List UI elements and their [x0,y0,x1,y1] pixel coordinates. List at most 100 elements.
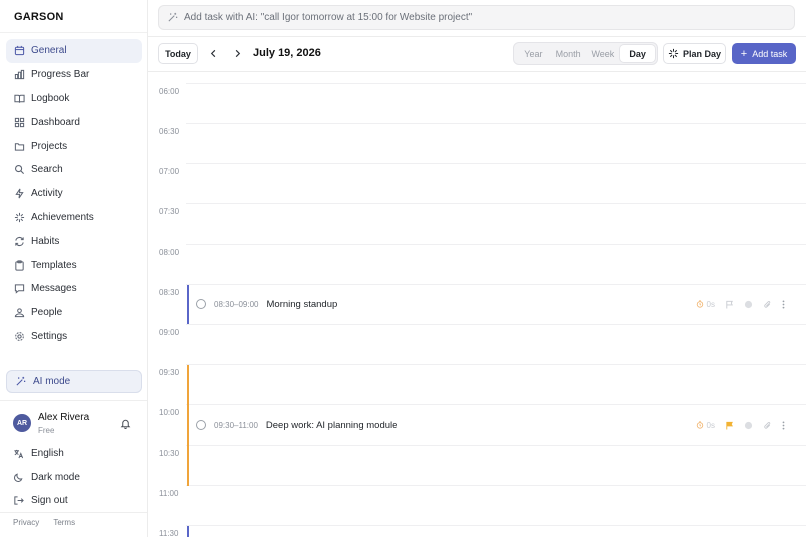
bell-icon[interactable] [120,417,131,432]
grid-line [186,123,806,124]
sidebar-item-search[interactable]: Search [6,158,142,182]
view-day-tab[interactable]: Day [620,45,655,62]
time-label: 10:30 [159,449,180,458]
terms-link[interactable]: Terms [53,518,75,527]
calendar-toolbar: Today July 19, 2026 Year Month Week Day … [158,42,796,65]
chevron-left-icon[interactable] [206,46,220,60]
sidebar-item-logbook[interactable]: Logbook [6,87,142,111]
event-color-bar [187,285,189,324]
circle-icon[interactable] [744,421,753,430]
sidebar-item-progress-bar[interactable]: Progress Bar [6,63,142,87]
view-month-tab[interactable]: Month [551,45,586,62]
language-switch[interactable]: English [13,443,141,463]
time-label: 11:30 [159,529,179,537]
sidebar-item-settings[interactable]: Settings [6,325,142,349]
time-label: 06:00 [159,87,180,96]
dark-mode-label: Dark mode [31,471,80,483]
sidebar-item-messages[interactable]: Messages [6,277,142,301]
app-logo[interactable]: GARSON [14,11,63,23]
sidebar-item-label: Messages [31,283,77,295]
user-profile[interactable]: AR Alex Rivera Free [13,410,135,436]
gear-icon [13,330,25,342]
ai-task-input[interactable] [184,12,744,23]
current-date: July 19, 2026 [253,47,321,59]
calendar-event[interactable] [187,526,806,537]
add-task-button[interactable]: + Add task [732,43,796,64]
bar-chart-icon [13,69,25,81]
activity-icon [13,188,25,200]
grid-icon [13,116,25,128]
people-icon [13,307,25,319]
chevron-right-icon[interactable] [230,46,244,60]
time-label: 07:00 [159,167,180,176]
estimate-value: 0s [706,299,715,309]
complete-checkbox[interactable] [196,299,206,309]
sidebar-nav: General Progress Bar Logbook Dashboard P… [6,39,142,348]
dark-mode-toggle[interactable]: Dark mode [13,467,141,487]
timer-estimate[interactable]: 0s [696,300,715,309]
user-name: Alex Rivera [38,412,90,423]
sidebar-item-general[interactable]: General [6,39,142,63]
language-icon [13,448,25,459]
ai-mode-button[interactable]: AI mode [6,370,142,393]
grid-line [186,324,806,325]
sign-out-label: Sign out [31,494,68,506]
time-label: 10:00 [159,408,180,417]
sidebar-item-label: Activity [31,188,63,200]
circle-icon[interactable] [744,300,753,309]
grid-line [186,203,806,204]
sidebar-item-templates[interactable]: Templates [6,253,142,277]
sidebar-item-habits[interactable]: Habits [6,229,142,253]
sidebar-item-activity[interactable]: Activity [6,182,142,206]
sidebar-item-label: Projects [31,140,68,152]
clipboard-icon [13,259,25,271]
repeat-icon [13,235,25,247]
grid-line [186,83,806,84]
sidebar-item-dashboard[interactable]: Dashboard [6,110,142,134]
event-actions: 0s [686,418,785,432]
sign-out-button[interactable]: Sign out [13,490,141,510]
event-title: Deep work: AI planning module [265,419,398,431]
time-label: 06:30 [159,127,180,136]
sidebar-item-label: Settings [31,330,68,342]
time-label: 08:00 [159,248,180,257]
paperclip-icon[interactable] [763,421,772,430]
plan-day-button[interactable]: Plan Day [663,43,726,64]
search-icon [13,164,25,176]
today-button[interactable]: Today [158,43,198,64]
event-title: Morning standup [266,298,338,310]
more-icon[interactable] [782,420,785,430]
privacy-link[interactable]: Privacy [13,518,39,527]
paperclip-icon[interactable] [763,300,772,309]
magic-wand-icon [167,12,178,23]
sidebar-item-label: People [31,307,63,319]
more-icon[interactable] [782,299,785,309]
flag-icon[interactable] [725,300,734,309]
calendar-event[interactable]: 08:30–09:00 Morning standup 0s [187,285,806,324]
event-actions: 0s [686,297,785,311]
sidebar: GARSON General Progress Bar Logbook Dash… [0,0,148,537]
flag-icon[interactable] [725,421,734,430]
sidebar-item-projects[interactable]: Projects [6,134,142,158]
sidebar-item-label: Habits [31,235,60,247]
divider [0,400,147,401]
time-label: 09:30 [159,368,180,377]
add-task-label: Add task [752,48,788,59]
plus-icon: + [740,47,748,60]
event-time: 08:30–09:00 [214,299,259,309]
language-label: English [31,447,64,459]
main-content: Today July 19, 2026 Year Month Week Day … [148,0,806,537]
timer-estimate[interactable]: 0s [696,421,715,430]
sparkle-icon [13,211,25,223]
sidebar-item-label: Dashboard [31,116,80,128]
calendar-event[interactable]: 09:30–11:00 Deep work: AI planning modul… [187,365,806,486]
complete-checkbox[interactable] [196,420,206,430]
view-week-tab[interactable]: Week [586,45,621,62]
sign-out-icon [13,495,25,506]
estimate-value: 0s [706,420,715,430]
sidebar-item-people[interactable]: People [6,301,142,325]
event-color-bar [187,526,189,537]
sidebar-item-achievements[interactable]: Achievements [6,206,142,230]
view-year-tab[interactable]: Year [516,45,551,62]
sidebar-item-label: Templates [31,259,77,271]
